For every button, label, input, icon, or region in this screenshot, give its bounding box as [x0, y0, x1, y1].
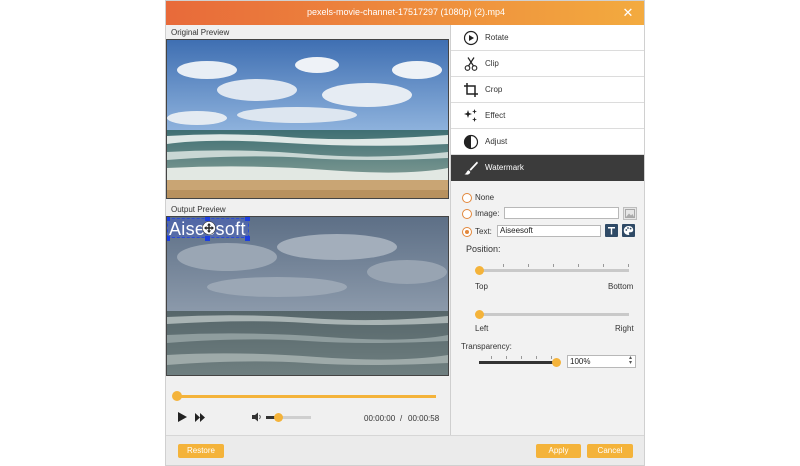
image-icon	[625, 209, 635, 218]
output-preview-label: Output Preview	[171, 205, 226, 214]
watermark-overlay[interactable]: Aiseesoft	[167, 218, 249, 239]
progress-bar[interactable]	[176, 395, 436, 398]
move-icon[interactable]	[202, 221, 216, 235]
transparency-spinbox[interactable]: 100% ▴ ▾	[567, 355, 636, 368]
text-label: Text:	[475, 227, 492, 236]
volume-icon[interactable]	[252, 412, 262, 422]
original-preview-label: Original Preview	[171, 28, 230, 37]
bottom-label: Bottom	[608, 282, 634, 291]
palette-icon	[623, 226, 634, 235]
window-title: pexels-movie-channet-17517297 (1080p) (2…	[306, 7, 506, 17]
close-icon: ✕	[622, 5, 634, 20]
resize-handle-bottom-right[interactable]	[245, 236, 250, 241]
original-preview-image	[167, 40, 448, 198]
crop-icon	[464, 83, 478, 97]
image-path-field[interactable]	[504, 207, 619, 219]
current-time: 00:00:00	[364, 414, 396, 423]
resize-handle-top-right[interactable]	[245, 217, 250, 221]
top-label: Top	[475, 282, 488, 291]
tick	[521, 356, 522, 359]
image-label: Image:	[475, 209, 500, 218]
restore-button[interactable]: Restore	[178, 444, 224, 458]
brush-icon	[464, 161, 478, 175]
menu-label-crop: Crop	[485, 85, 503, 94]
tick	[551, 356, 552, 359]
menu-item-rotate[interactable]: Rotate	[451, 25, 644, 51]
cancel-button[interactable]: Cancel	[587, 444, 633, 458]
horizontal-position-slider[interactable]	[479, 313, 629, 316]
vertical-position-handle[interactable]	[475, 266, 484, 275]
rotate-icon	[463, 30, 479, 46]
menu-label-rotate: Rotate	[485, 33, 509, 42]
browse-image-button[interactable]	[623, 207, 637, 220]
tick	[491, 356, 492, 359]
tick	[536, 356, 537, 359]
tick	[578, 264, 579, 267]
tick	[528, 264, 529, 267]
transparency-slider[interactable]	[479, 361, 557, 364]
radio-text[interactable]	[462, 227, 472, 237]
volume-handle[interactable]	[274, 413, 283, 422]
color-button[interactable]	[622, 224, 635, 237]
tick	[603, 264, 604, 267]
menu-label-adjust: Adjust	[485, 137, 508, 146]
menu-item-effect[interactable]: Effect	[451, 103, 644, 129]
right-label: Right	[615, 324, 634, 333]
radio-none[interactable]	[462, 193, 472, 203]
radio-image[interactable]	[462, 209, 472, 219]
tick	[503, 264, 504, 267]
transparency-label: Transparency:	[461, 342, 512, 351]
transparency-handle[interactable]	[552, 358, 561, 367]
resize-handle-bottom[interactable]	[205, 236, 210, 241]
resize-handle-top-left[interactable]	[167, 217, 170, 221]
apply-button[interactable]: Apply	[536, 444, 581, 458]
fast-forward-icon[interactable]	[195, 413, 205, 422]
title-bar: pexels-movie-channet-17517297 (1080p) (2…	[166, 1, 644, 25]
menu-item-crop[interactable]: Crop	[451, 77, 644, 103]
tick	[506, 356, 507, 359]
font-button[interactable]	[605, 224, 618, 237]
menu-item-watermark[interactable]: Watermark	[451, 155, 644, 181]
output-preview: Aiseesoft	[166, 216, 449, 376]
time-separator: /	[400, 414, 403, 423]
position-label: Position:	[466, 244, 501, 254]
scissors-icon	[464, 57, 478, 71]
watermark-text-input[interactable]: Aiseesoft	[497, 225, 601, 237]
edit-side-panel: Rotate Clip Crop Effect Adjust Watermark…	[450, 25, 644, 435]
menu-label-watermark: Watermark	[485, 163, 524, 172]
original-preview	[166, 39, 449, 199]
bottom-bar: Restore Apply Cancel	[166, 435, 644, 465]
none-label: None	[475, 193, 495, 202]
spin-arrows-icon[interactable]: ▴ ▾	[629, 355, 632, 366]
tick	[628, 264, 629, 267]
adjust-icon	[463, 134, 479, 150]
menu-item-clip[interactable]: Clip	[451, 51, 644, 77]
volume-slider[interactable]	[266, 416, 311, 419]
close-button[interactable]: ✕	[620, 5, 636, 21]
tick	[553, 264, 554, 267]
menu-label-effect: Effect	[485, 111, 506, 120]
sparkle-icon	[464, 109, 477, 122]
transparency-value: 100%	[570, 357, 591, 366]
vertical-position-slider[interactable]	[479, 269, 629, 272]
progress-handle[interactable]	[172, 391, 182, 401]
resize-handle-top[interactable]	[205, 217, 210, 221]
resize-handle-bottom-left[interactable]	[167, 236, 170, 241]
play-icon[interactable]	[176, 411, 188, 423]
menu-item-adjust[interactable]: Adjust	[451, 129, 644, 155]
left-label: Left	[475, 324, 489, 333]
menu-label-clip: Clip	[485, 59, 499, 68]
total-time: 00:00:58	[408, 414, 440, 423]
horizontal-position-handle[interactable]	[475, 310, 484, 319]
watermark-editor-window: pexels-movie-channet-17517297 (1080p) (2…	[165, 0, 645, 466]
text-font-icon	[608, 227, 615, 235]
